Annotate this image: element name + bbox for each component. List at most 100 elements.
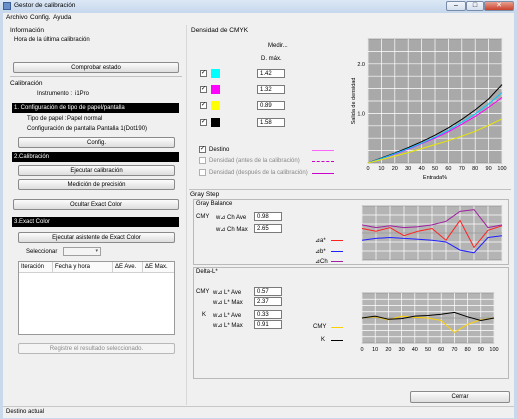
delta-l-k-label: K (202, 312, 207, 318)
instrument-label: Instrumento : (37, 91, 73, 97)
select-dropdown[interactable]: ▾ (63, 247, 101, 256)
x-axis-label: Entrada% (423, 175, 447, 181)
divider (10, 76, 182, 77)
yellow-swatch (211, 101, 220, 110)
table-header-iteration: Iteración (21, 264, 45, 270)
title-bar[interactable]: Gestor de calibración – □ ✕ (0, 0, 517, 13)
last-calibration-label: Hora de la última calibración (14, 37, 90, 43)
checkbox-magenta[interactable]: ✓ (200, 86, 207, 93)
legend-delta-b-label: ⊿b* (315, 249, 326, 255)
window-title: Gestor de calibración (14, 2, 76, 9)
density-curve-chart: 0 10 20 30 40 50 60 70 80 90 100 1.0 2.0 Entrada% Sali… (351, 38, 507, 181)
minimize-button[interactable]: – (446, 1, 466, 11)
instrument-value: i1Pro (75, 91, 90, 97)
table-header-datetime: Fecha y hora (55, 264, 91, 270)
x-tick-label: 10 (378, 166, 384, 172)
register-result-button[interactable]: Registre el resultado seleccionado. (18, 343, 175, 354)
client-area: Información Hora de la última calibració… (3, 23, 514, 406)
menu-archivo[interactable]: Archivo (6, 14, 28, 21)
checkbox-yellow[interactable]: ✓ (200, 102, 207, 109)
calibration-step-header: 2.Calibración (12, 152, 179, 162)
menu-config[interactable]: Config. (30, 14, 51, 21)
x-tick-label: 20 (385, 347, 391, 353)
x-tick-label: 80 (465, 347, 471, 353)
x-tick-label: 60 (438, 347, 444, 353)
k-l-ave-value: 0.33 (254, 310, 282, 319)
x-tick-label: 60 (445, 166, 451, 172)
close-window-button[interactable]: ✕ (484, 1, 514, 11)
iteration-table[interactable]: Iteración Fecha y hora ΔE Ave. ΔE Max. (18, 261, 175, 335)
checkbox-cyan[interactable]: ✓ (200, 70, 207, 77)
x-tick-label: 20 (392, 166, 398, 172)
gray-step-title: Gray Step (190, 191, 220, 198)
select-label: Seleccionar (26, 249, 58, 255)
ch-max-label: w⊿ Ch Max (216, 227, 248, 233)
ch-ave-label: w⊿ Ch Ave (216, 215, 247, 221)
target-label: Destino (209, 147, 230, 153)
k-l-ave-label: w⊿ L* Ave (213, 313, 242, 319)
exact-color-wizard-button[interactable]: Ejecutar asistente de Exact Color (18, 232, 175, 243)
x-tick-label: 10 (372, 347, 378, 353)
table-header-row: Iteración Fecha y hora ΔE Ave. ΔE Max. (19, 262, 174, 273)
legend-delta-ch-label: ⊿Ch (315, 259, 328, 265)
legend-cmy-label: CMY (313, 324, 327, 330)
cmy-l-ave-label: w⊿ L* Ave (213, 290, 242, 296)
x-tick-label: 100 (497, 166, 506, 172)
legend-k-line (331, 340, 343, 341)
density-after-checkbox[interactable] (199, 169, 206, 176)
cyan-swatch (211, 69, 220, 78)
config-button[interactable]: Config. (18, 137, 175, 148)
info-section-title: Información (10, 27, 44, 34)
magenta-dmax-value: 1.32 (257, 85, 285, 94)
legend-cmy-line (331, 327, 343, 328)
legend-delta-a-line (331, 240, 343, 241)
x-tick-label: 50 (432, 166, 438, 172)
x-tick-label: 90 (478, 347, 484, 353)
x-tick-label: 40 (419, 166, 425, 172)
y-tick-label: 1.0 (357, 111, 365, 117)
legend-delta-b-line (331, 251, 343, 252)
delta-l-cmy-label: CMY (196, 289, 210, 295)
precision-measure-button[interactable]: Medición de precisión (18, 179, 175, 190)
x-tick-label: 0 (360, 347, 363, 353)
cyan-dmax-value: 1.42 (257, 69, 285, 78)
k-l-max-label: w⊿ L* Max (213, 323, 243, 329)
yellow-dmax-value: 0.89 (257, 101, 285, 110)
check-status-button[interactable]: Comprobar estado (13, 62, 179, 73)
x-tick-label: 30 (399, 347, 405, 353)
dmax-label: D. máx. (261, 56, 282, 62)
black-dmax-value: 1.58 (257, 118, 285, 127)
density-before-line-sample (312, 161, 334, 162)
x-tick-label: 90 (486, 166, 492, 172)
density-before-checkbox[interactable] (199, 157, 206, 164)
checkbox-black[interactable]: ✓ (200, 119, 207, 126)
ch-max-value: 2.65 (254, 224, 282, 233)
calibration-manager-window: Gestor de calibración – □ ✕ Archivo Conf… (0, 0, 517, 419)
maximize-button[interactable]: □ (466, 1, 484, 11)
paper-type-value: Papel normal (67, 116, 103, 122)
black-swatch (211, 118, 220, 127)
x-tick-label: 50 (425, 347, 431, 353)
legend-k-label: K (321, 337, 326, 343)
hide-exact-color-button[interactable]: Ocultar Exact Color (13, 199, 179, 210)
density-before-label: Densidad (antes de la calibración) (209, 158, 300, 164)
x-tick-label: 30 (405, 166, 411, 172)
run-calibration-button[interactable]: Ejecutar calibración (18, 165, 175, 176)
status-text: Destino actual (6, 409, 45, 415)
exact-color-header: 3.Exact Color (12, 217, 179, 227)
x-tick-label: 40 (412, 347, 418, 353)
target-checkbox[interactable]: ✓ (199, 146, 206, 153)
paper-type-label: Tipo de papel : (27, 116, 67, 122)
x-tick-label: 70 (459, 166, 465, 172)
measure-link[interactable]: Medir... (268, 43, 288, 49)
divider (189, 189, 511, 190)
x-tick-label: 80 (472, 166, 478, 172)
cmy-l-max-label: w⊿ L* Max (213, 300, 243, 306)
density-after-line-sample (312, 173, 334, 174)
vertical-divider (186, 25, 187, 405)
density-after-label: Densidad (después de la calibración) (209, 170, 308, 176)
close-button[interactable]: Cerrar (410, 391, 510, 403)
delta-l-chart: 0 10 20 30 40 50 60 70 80 90 100 (360, 292, 499, 353)
menu-ayuda[interactable]: Ayuda (53, 14, 71, 21)
legend-delta-ch-line (331, 261, 343, 262)
